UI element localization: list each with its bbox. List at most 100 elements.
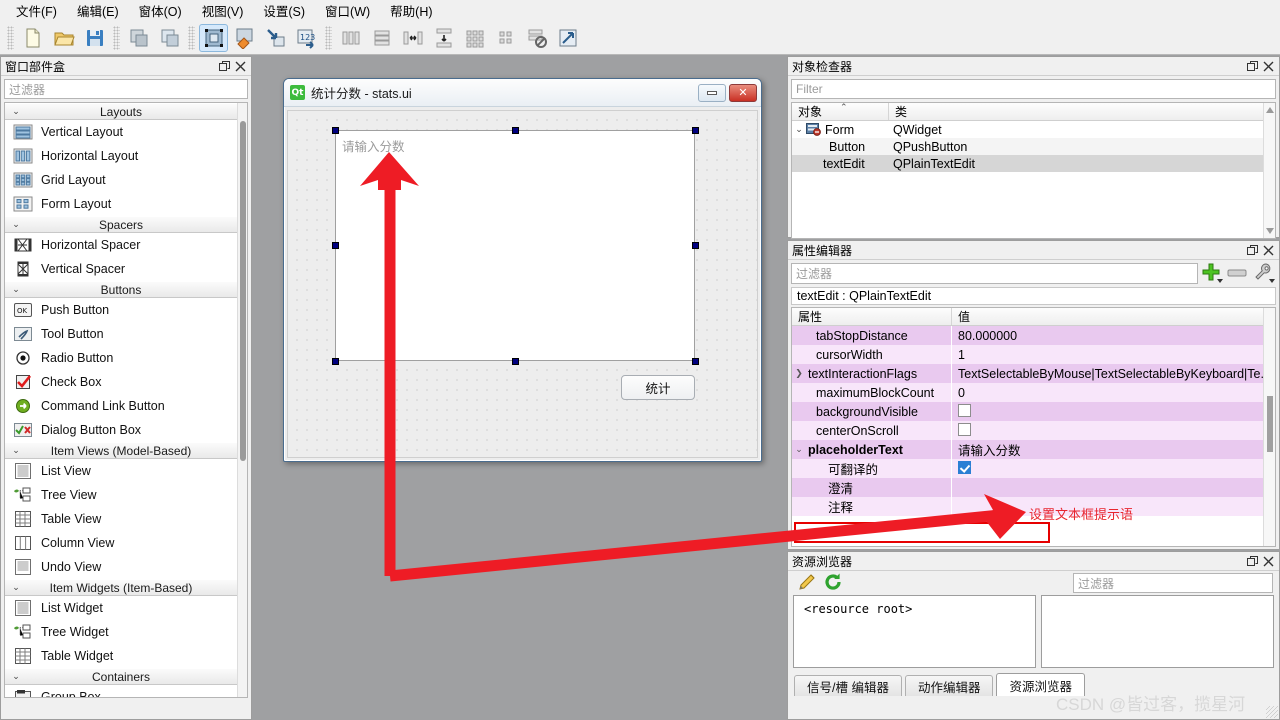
- adjust-size-button[interactable]: [553, 24, 582, 52]
- menu-edit[interactable]: 编辑(E): [67, 0, 129, 23]
- chevron-down-icon[interactable]: ⌄: [792, 444, 806, 455]
- column-header-property[interactable]: 属性: [792, 308, 952, 325]
- property-checkbox[interactable]: [958, 403, 971, 417]
- layout-form-button[interactable]: [491, 24, 520, 52]
- tab-action-editor[interactable]: 动作编辑器: [904, 675, 994, 696]
- object-row-form[interactable]: ⌄ Form QWidget: [792, 121, 1275, 138]
- text-edit-widget[interactable]: 请输入分数: [335, 130, 695, 361]
- float-icon[interactable]: [1245, 554, 1259, 568]
- menu-view[interactable]: 视图(V): [192, 0, 254, 23]
- object-row-textedit[interactable]: textEdit QPlainTextEdit: [792, 155, 1275, 172]
- object-inspector-scrollbar[interactable]: [1263, 103, 1275, 238]
- selection-handle-bottom-left[interactable]: [332, 358, 339, 365]
- scrollbar-thumb[interactable]: [240, 121, 246, 461]
- property-row-backgroundvisible[interactable]: backgroundVisible: [792, 402, 1275, 421]
- widget-category-item-widgets[interactable]: ⌄ Item Widgets (Item-Based): [5, 579, 237, 596]
- widget-item-vertical-spacer[interactable]: Vertical Spacer: [5, 257, 237, 281]
- widget-category-layouts[interactable]: ⌄ Layouts: [5, 103, 237, 120]
- selection-handle-top-right[interactable]: [692, 127, 699, 134]
- widget-category-spacers[interactable]: ⌄ Spacers: [5, 216, 237, 233]
- widget-item-check-box[interactable]: Check Box: [5, 370, 237, 394]
- toolbar-grip-3[interactable]: [188, 25, 195, 50]
- redo-button[interactable]: [155, 24, 184, 52]
- close-button[interactable]: ✕: [729, 83, 757, 102]
- property-row-centeronscroll[interactable]: centerOnScroll: [792, 421, 1275, 440]
- object-row-button[interactable]: Button QPushButton: [792, 138, 1275, 155]
- widget-item-push-button[interactable]: OK Push Button: [5, 298, 237, 322]
- widget-item-tree-view[interactable]: Tree View: [5, 483, 237, 507]
- widget-item-table-widget[interactable]: Table Widget: [5, 644, 237, 668]
- selection-handle-top-left[interactable]: [332, 127, 339, 134]
- break-layout-button[interactable]: [522, 24, 551, 52]
- form-design-surface[interactable]: 请输入分数 统计: [287, 110, 758, 458]
- edit-tab-order-button[interactable]: 123: [292, 24, 321, 52]
- property-checkbox[interactable]: [958, 422, 971, 436]
- widget-item-column-view[interactable]: Column View: [5, 531, 237, 555]
- scrollbar-thumb[interactable]: [1267, 396, 1273, 452]
- property-value[interactable]: TextSelectableByMouse|TextSelectableByKe…: [952, 367, 1275, 381]
- property-row-cursorwidth[interactable]: cursorWidth 1: [792, 345, 1275, 364]
- property-filter-input[interactable]: 过滤器: [791, 263, 1198, 284]
- scroll-down-arrow-icon[interactable]: [1266, 228, 1274, 234]
- menu-help[interactable]: 帮助(H): [380, 0, 442, 23]
- widget-item-radio-button[interactable]: Radio Button: [5, 346, 237, 370]
- property-row-translatable[interactable]: 可翻译的: [792, 459, 1275, 478]
- edit-resources-button[interactable]: [794, 572, 820, 594]
- selection-handle-bottom-right[interactable]: [692, 358, 699, 365]
- property-checkbox-checked[interactable]: [958, 460, 971, 474]
- save-form-button[interactable]: [80, 24, 109, 52]
- widget-item-table-view[interactable]: Table View: [5, 507, 237, 531]
- edit-buddies-button[interactable]: [261, 24, 290, 52]
- column-header-object[interactable]: 对象 ⌃: [792, 103, 889, 120]
- property-grid-scrollbar[interactable]: [1263, 308, 1275, 546]
- menu-settings[interactable]: 设置(S): [253, 0, 315, 23]
- selection-handle-middle-left[interactable]: [332, 242, 339, 249]
- toolbar-grip-4[interactable]: [325, 25, 332, 50]
- layout-horizontally-button[interactable]: [336, 24, 365, 52]
- undo-button[interactable]: [124, 24, 153, 52]
- float-icon[interactable]: [1245, 243, 1259, 257]
- object-inspector-filter-input[interactable]: Filter: [791, 79, 1276, 99]
- toolbar-grip[interactable]: [7, 25, 14, 50]
- toolbar-grip-2[interactable]: [113, 25, 120, 50]
- edit-widgets-button[interactable]: [199, 23, 228, 52]
- float-icon[interactable]: [1245, 59, 1259, 73]
- chevron-down-icon[interactable]: ⌄: [792, 124, 806, 135]
- configure-property-button[interactable]: [1250, 263, 1276, 284]
- widget-item-list-view[interactable]: List View: [5, 459, 237, 483]
- open-form-button[interactable]: [49, 24, 78, 52]
- property-row-placeholdertext[interactable]: ⌄ placeholderText 请输入分数: [792, 440, 1275, 459]
- chevron-right-icon[interactable]: ❯: [792, 368, 806, 379]
- close-icon[interactable]: [1261, 59, 1275, 73]
- resource-tree-pane[interactable]: <resource root>: [793, 595, 1036, 668]
- widget-item-undo-view[interactable]: Undo View: [5, 555, 237, 579]
- resource-preview-pane[interactable]: [1041, 595, 1274, 668]
- window-size-grip[interactable]: [1266, 706, 1278, 718]
- add-property-button[interactable]: [1198, 263, 1224, 284]
- close-icon[interactable]: [233, 59, 247, 73]
- property-row-maximumblockcount[interactable]: maximumBlockCount 0: [792, 383, 1275, 402]
- menu-window[interactable]: 窗口(W): [315, 0, 380, 23]
- column-header-value[interactable]: 值: [952, 308, 1275, 325]
- property-row-textinteractionflags[interactable]: ❯ textInteractionFlags TextSelectableByMo…: [792, 364, 1275, 383]
- property-row-tabstopdistance[interactable]: tabStopDistance 80.000000: [792, 326, 1275, 345]
- dropdown-arrow-icon[interactable]: [1217, 279, 1223, 283]
- stats-push-button[interactable]: 统计: [621, 375, 695, 400]
- splitter-vertical-button[interactable]: [429, 24, 458, 52]
- property-value[interactable]: 1: [952, 348, 1275, 362]
- widget-item-vertical-layout[interactable]: Vertical Layout: [5, 120, 237, 144]
- widget-box-filter-input[interactable]: 过滤器: [4, 79, 248, 99]
- selection-handle-top-center[interactable]: [512, 127, 519, 134]
- widget-category-item-views[interactable]: ⌄ Item Views (Model-Based): [5, 442, 237, 459]
- tab-signal-slot-editor[interactable]: 信号/槽 编辑器: [794, 675, 902, 696]
- edit-signals-slots-button[interactable]: [230, 24, 259, 52]
- widget-item-group-box[interactable]: Group Box: [5, 685, 237, 697]
- menu-file[interactable]: 文件(F): [6, 0, 67, 23]
- close-icon[interactable]: [1261, 554, 1275, 568]
- menu-form[interactable]: 窗体(O): [129, 0, 192, 23]
- new-form-button[interactable]: [18, 24, 47, 52]
- property-row-disambiguation[interactable]: 澄清: [792, 478, 1275, 497]
- widget-box-scrollbar[interactable]: [237, 103, 247, 697]
- widget-item-grid-layout[interactable]: Grid Layout: [5, 168, 237, 192]
- selection-handle-bottom-center[interactable]: [512, 358, 519, 365]
